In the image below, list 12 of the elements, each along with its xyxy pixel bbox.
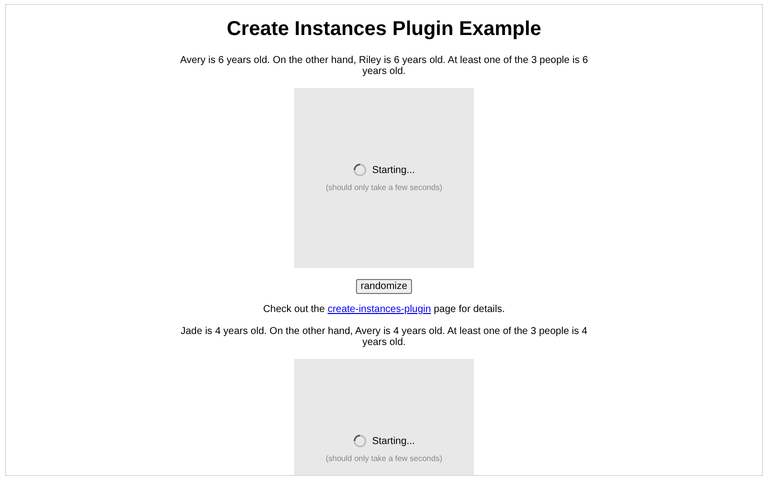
- plugin-link[interactable]: create-instances-plugin: [328, 304, 431, 315]
- spinner-icon: [353, 434, 368, 448]
- description-text: Avery is 6 years old. On the other hand, Riley is 6 years old. At least one of the 3 people is 6 years old.: [179, 55, 589, 77]
- description-text: Jade is 4 years old. On the other hand, Avery is 4 years old. At least one of the 3 people is 4 years old.: [180, 326, 588, 348]
- page-title: Create Instances Plugin Example: [226, 17, 542, 41]
- hint-text: (should only take a few seconds): [326, 182, 442, 194]
- randomize-button[interactable]: randomize: [356, 279, 412, 294]
- hint-text: (should only take a few seconds): [326, 452, 442, 464]
- spinner-icon: [353, 163, 368, 177]
- status-text: Starting...: [372, 164, 415, 178]
- status-text: Starting...: [372, 434, 415, 448]
- details-text: Check out the create-instances-plugin page for details.: [263, 303, 505, 317]
